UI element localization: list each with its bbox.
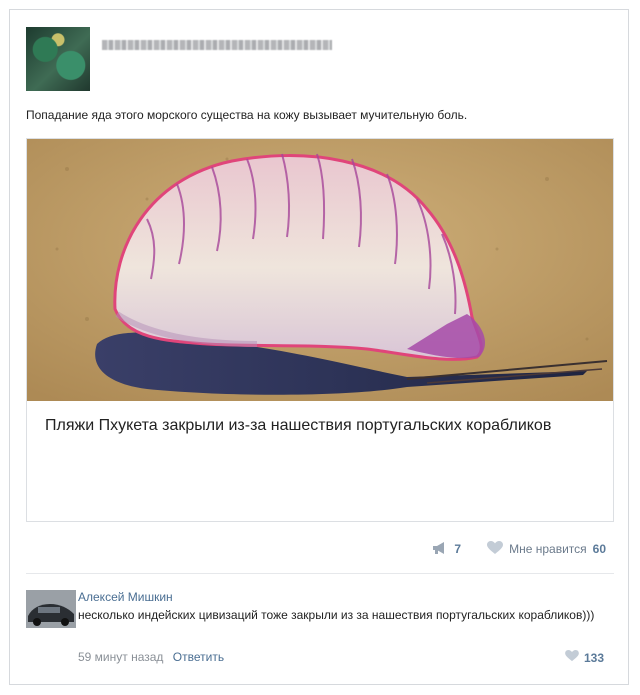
likes-count[interactable]: 60: [593, 542, 606, 556]
like-button-label[interactable]: Мне нравится: [509, 542, 587, 556]
shares-count[interactable]: 7: [454, 542, 461, 556]
link-attachment[interactable]: Пляжи Пхукета закрыли из-за нашествия по…: [26, 138, 614, 522]
post-text: Попадание яда этого морского существа на…: [26, 108, 468, 122]
comment-like[interactable]: 133: [565, 650, 604, 665]
megaphone-icon[interactable]: [432, 541, 448, 557]
heart-icon[interactable]: [565, 650, 579, 665]
post-actions: 7 Мне нравится 60: [432, 540, 606, 558]
link-title[interactable]: Пляжи Пхукета закрыли из-за нашествия по…: [45, 415, 565, 437]
divider: [26, 573, 614, 574]
comment-time[interactable]: 59 минут назад: [78, 650, 163, 664]
author-name-blurred[interactable]: [102, 40, 332, 50]
post-card: Попадание яда этого морского существа на…: [9, 9, 629, 685]
author-avatar[interactable]: [26, 27, 90, 91]
comment-meta: 59 минут назад Ответить: [78, 650, 224, 664]
comment-author[interactable]: Алексей Мишкин: [78, 590, 173, 604]
comment-likes-count[interactable]: 133: [584, 651, 604, 665]
commenter-avatar[interactable]: [26, 590, 76, 628]
comment-text: несколько индейских цивизаций тоже закры…: [78, 608, 595, 622]
heart-icon[interactable]: [487, 540, 504, 558]
jellyfish-photo[interactable]: [27, 139, 613, 401]
reply-button[interactable]: Ответить: [173, 650, 224, 664]
